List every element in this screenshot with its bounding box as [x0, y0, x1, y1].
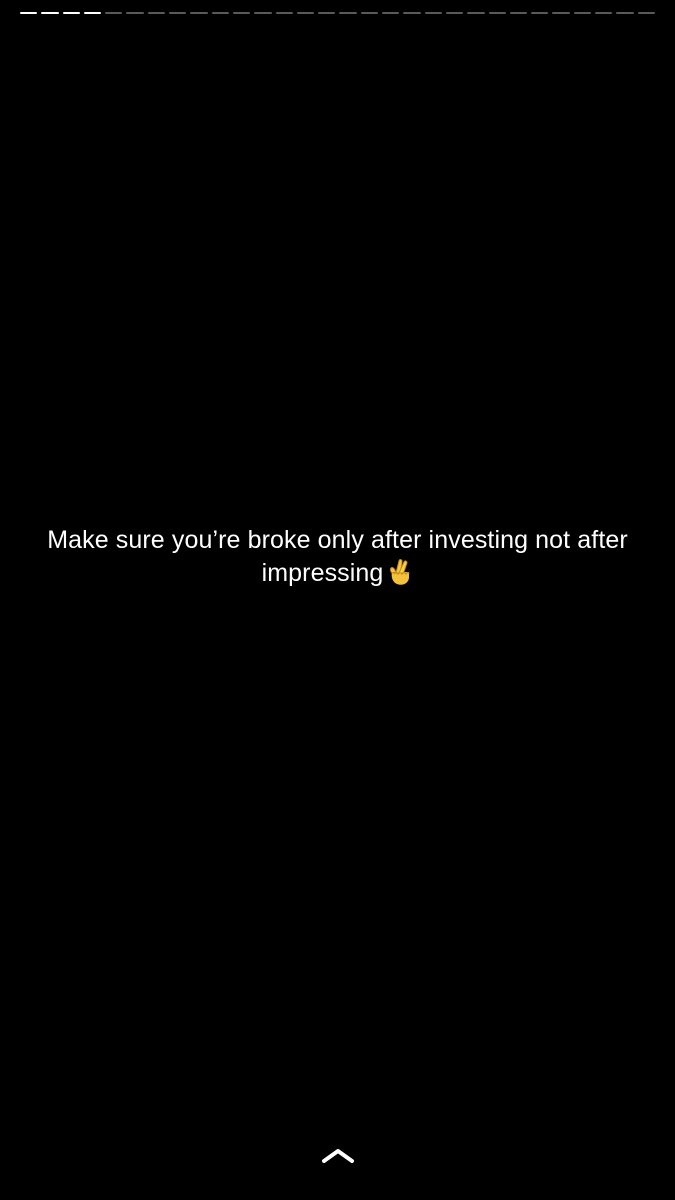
- progress-segment-pending: [403, 12, 421, 14]
- progress-segment-pending: [339, 12, 357, 14]
- caption-text: Make sure you’re broke only after invest…: [47, 526, 628, 587]
- progress-segment-pending: [445, 12, 464, 14]
- progress-segment-pending: [318, 12, 336, 14]
- progress-segment-pending: [254, 12, 272, 14]
- story-caption: Make sure you’re broke only after invest…: [20, 524, 655, 590]
- story-screen[interactable]: Make sure you’re broke only after invest…: [0, 0, 675, 1200]
- progress-segment-viewed: [41, 12, 59, 14]
- progress-segment-pending: [232, 12, 251, 14]
- progress-segment-pending: [296, 12, 315, 14]
- progress-segment-pending: [616, 12, 634, 14]
- swipe-up-button[interactable]: [321, 1146, 355, 1164]
- progress-segment-pending: [488, 12, 506, 14]
- progress-segment-pending: [573, 12, 592, 14]
- progress-segment-pending: [211, 12, 229, 14]
- progress-segment-pending: [467, 12, 485, 14]
- crossed-fingers-icon-graphic: [390, 559, 411, 585]
- progress-segment-pending: [275, 12, 293, 14]
- story-progress-bar: [20, 12, 655, 14]
- progress-segment-pending: [126, 12, 144, 14]
- progress-segment-pending: [169, 12, 187, 14]
- progress-segment-pending: [637, 12, 655, 14]
- progress-segment-pending: [509, 12, 528, 14]
- progress-segment-pending: [360, 12, 379, 14]
- progress-segment-pending: [147, 12, 166, 14]
- progress-segment-pending: [190, 12, 208, 14]
- progress-segment-pending: [531, 12, 549, 14]
- progress-segment-viewed: [20, 12, 38, 14]
- progress-segment-viewed: [62, 12, 80, 14]
- progress-segment-pending: [595, 12, 613, 14]
- progress-segment-viewed: [83, 12, 102, 14]
- chevron-up-icon: [322, 1149, 354, 1163]
- progress-segment-pending: [424, 12, 442, 14]
- progress-segment-pending: [382, 12, 400, 14]
- crossed-fingers-icon: [387, 558, 413, 586]
- progress-segment-pending: [105, 12, 123, 14]
- progress-segment-pending: [552, 12, 570, 14]
